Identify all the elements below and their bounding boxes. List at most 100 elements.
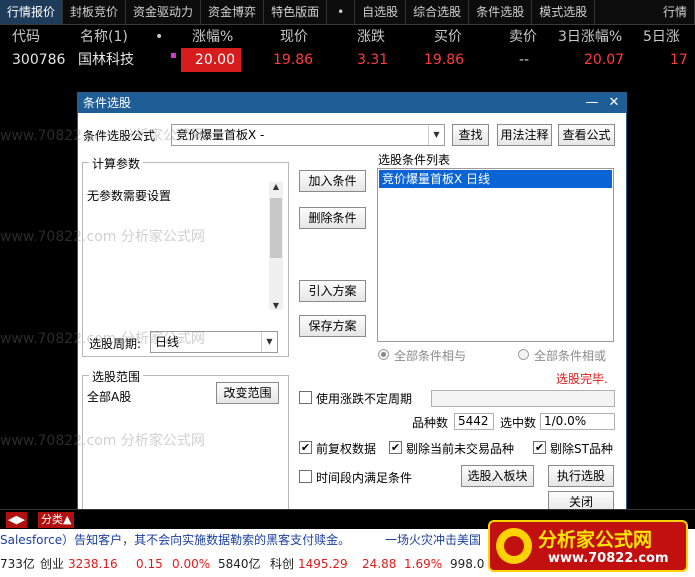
count-value: 5442: [454, 413, 494, 430]
tab-composite-screen[interactable]: 综合选股: [406, 0, 470, 24]
change-range-button[interactable]: 改变范围: [216, 382, 279, 404]
category-button[interactable]: 分类▲: [38, 512, 75, 528]
minimize-icon[interactable]: —: [584, 93, 600, 113]
tab-fund-game[interactable]: 资金博弈: [201, 0, 265, 24]
site-logo: 分析家公式网 www.70822.com: [488, 520, 688, 572]
usage-notes-button[interactable]: 用法注释: [497, 124, 552, 146]
exclude-untraded-label: 剔除当前未交易品种: [406, 442, 515, 456]
formula-value: 竞价爆量首板X -: [176, 128, 265, 142]
ticker-i: 998.0: [450, 557, 485, 571]
restore-label: 前复权数据: [316, 442, 377, 456]
tab-quotes-right[interactable]: 行情: [656, 0, 695, 24]
save-scheme-button[interactable]: 保存方案: [299, 315, 366, 337]
range-text: 全部A股: [87, 390, 132, 404]
selected-label: 选中数: [500, 416, 537, 430]
col-bid[interactable]: 买价: [434, 25, 462, 49]
col-code[interactable]: 代码: [12, 25, 40, 49]
delete-condition-button[interactable]: 删除条件: [299, 207, 366, 229]
ticker-star-label: 科创: [270, 557, 295, 571]
params-group: 计算参数 无参数需要设置 ▲ ▼ 选股周期: 日线 ▼: [82, 155, 289, 357]
close-icon[interactable]: ✕: [606, 93, 622, 113]
tab-separator-dot: •: [327, 0, 356, 24]
exclude-st-label: 剔除ST品种: [550, 442, 613, 456]
ticker-d: 0.00%: [172, 557, 211, 571]
exclude-st-checkbox[interactable]: ✔: [533, 441, 546, 454]
radio-or-label: 全部条件相或: [534, 349, 607, 363]
col-name[interactable]: 名称(1): [80, 25, 128, 49]
period-select[interactable]: 日线 ▼: [150, 331, 278, 353]
row-change: 3.31: [357, 52, 389, 68]
add-to-board-button[interactable]: 选股入板块: [461, 465, 534, 487]
tab-limit-bidding[interactable]: 封板竞价: [63, 0, 127, 24]
col-pct3d[interactable]: 3日涨幅%: [558, 25, 622, 49]
status-text: 选股完毕.: [556, 372, 608, 386]
ticker-chinext-value: 3238.16: [68, 557, 118, 571]
logo-emblem-icon: [496, 528, 532, 564]
find-button[interactable]: 查找: [452, 124, 489, 146]
uncertain-period-field[interactable]: [431, 390, 615, 407]
col-pct5d[interactable]: 5日涨: [643, 25, 680, 49]
tab-feature-layout[interactable]: 特色版面: [264, 0, 328, 24]
quote-header-row: 代码 名称(1) • 涨幅% 现价 涨跌 买价 卖价 3日涨幅% 5日涨: [0, 25, 695, 49]
timerange-checkbox[interactable]: [299, 470, 312, 483]
view-formula-button[interactable]: 查看公式: [558, 124, 615, 146]
ticker-star-value: 1495.29: [298, 557, 348, 571]
tab-condition-screen[interactable]: 条件选股: [469, 0, 533, 24]
formula-select[interactable]: 竞价爆量首板X - ▼: [171, 124, 445, 146]
restore-checkbox[interactable]: ✔: [299, 441, 312, 454]
quote-row[interactable]: 300786 国林科技 ▪ 20.00 19.86 3.31 19.86 -- …: [0, 48, 695, 72]
col-change-pct[interactable]: 涨幅%: [192, 25, 233, 49]
row-pct5d: 17: [670, 52, 688, 68]
period-label: 选股周期:: [89, 337, 142, 351]
col-ask[interactable]: 卖价: [509, 25, 537, 49]
ticker-c: 0.15: [136, 557, 163, 571]
ticker-h: 1.69%: [404, 557, 443, 571]
news-right: 一场火灾冲击美国: [385, 533, 482, 547]
condition-list-title: 选股条件列表: [378, 153, 451, 167]
tab-fund-drive[interactable]: 资金驱动力: [126, 0, 202, 24]
chevron-down-icon[interactable]: ▼: [428, 125, 444, 145]
count-label: 品种数: [412, 416, 449, 430]
top-tab-bar: 行情报价 封板竞价 资金驱动力 资金博弈 特色版面 • 自选股 综合选股 条件选…: [0, 0, 695, 25]
uncertain-period-checkbox[interactable]: [299, 391, 312, 404]
exclude-untraded-checkbox[interactable]: ✔: [389, 441, 402, 454]
row-pct3d: 20.07: [584, 52, 625, 68]
formula-label: 条件选股公式: [83, 129, 156, 143]
tab-watchlist[interactable]: 自选股: [355, 0, 407, 24]
tab-pattern-screen[interactable]: 模式选股: [532, 0, 596, 24]
scroll-up-icon[interactable]: ▲: [269, 182, 283, 191]
params-scrollbar[interactable]: ▲ ▼: [269, 182, 283, 310]
selected-value: 1/0.0%: [540, 413, 615, 430]
radio-or[interactable]: [518, 349, 529, 360]
params-title: 计算参数: [89, 155, 144, 172]
condition-list[interactable]: 竞价爆量首板X 日线: [377, 168, 614, 342]
ticker-chinext-label: 创业: [40, 557, 65, 571]
col-change[interactable]: 涨跌: [357, 25, 385, 49]
nav-arrows-icon[interactable]: ◀▶: [6, 512, 27, 528]
condition-list-item[interactable]: 竞价爆量首板X 日线: [379, 170, 612, 188]
range-group: 选股范围 全部A股 改变范围: [82, 368, 289, 512]
add-condition-button[interactable]: 加入条件: [299, 170, 366, 192]
timerange-label: 时间段内满足条件: [316, 471, 413, 485]
dialog-title[interactable]: 条件选股: [78, 93, 626, 113]
ticker-g: 24.88: [362, 557, 397, 571]
run-screen-button[interactable]: 执行选股: [548, 465, 614, 487]
logo-title: 分析家公式网: [538, 529, 653, 551]
row-name: 国林科技: [78, 52, 134, 68]
params-scroll-thumb[interactable]: [270, 198, 282, 258]
row-code: 300786: [12, 52, 66, 68]
row-ask: --: [519, 52, 530, 68]
col-price[interactable]: 现价: [280, 25, 308, 49]
logo-url: www.70822.com: [548, 551, 669, 566]
scroll-down-icon[interactable]: ▼: [269, 301, 283, 310]
col-dot: •: [155, 29, 164, 45]
tab-market-quotes[interactable]: 行情报价: [0, 0, 64, 24]
radio-and[interactable]: [378, 349, 389, 360]
params-text: 无参数需要设置: [87, 189, 172, 203]
range-title: 选股范围: [89, 368, 144, 385]
chevron-down-icon[interactable]: ▼: [261, 332, 277, 352]
row-mark-icon: ▪: [170, 50, 177, 61]
import-scheme-button[interactable]: 引入方案: [299, 280, 366, 302]
news-left: Salesforce）告知客户，其不会向实施数据勒索的黑客支付赎金。: [0, 533, 351, 547]
row-price: 19.86: [273, 52, 314, 68]
